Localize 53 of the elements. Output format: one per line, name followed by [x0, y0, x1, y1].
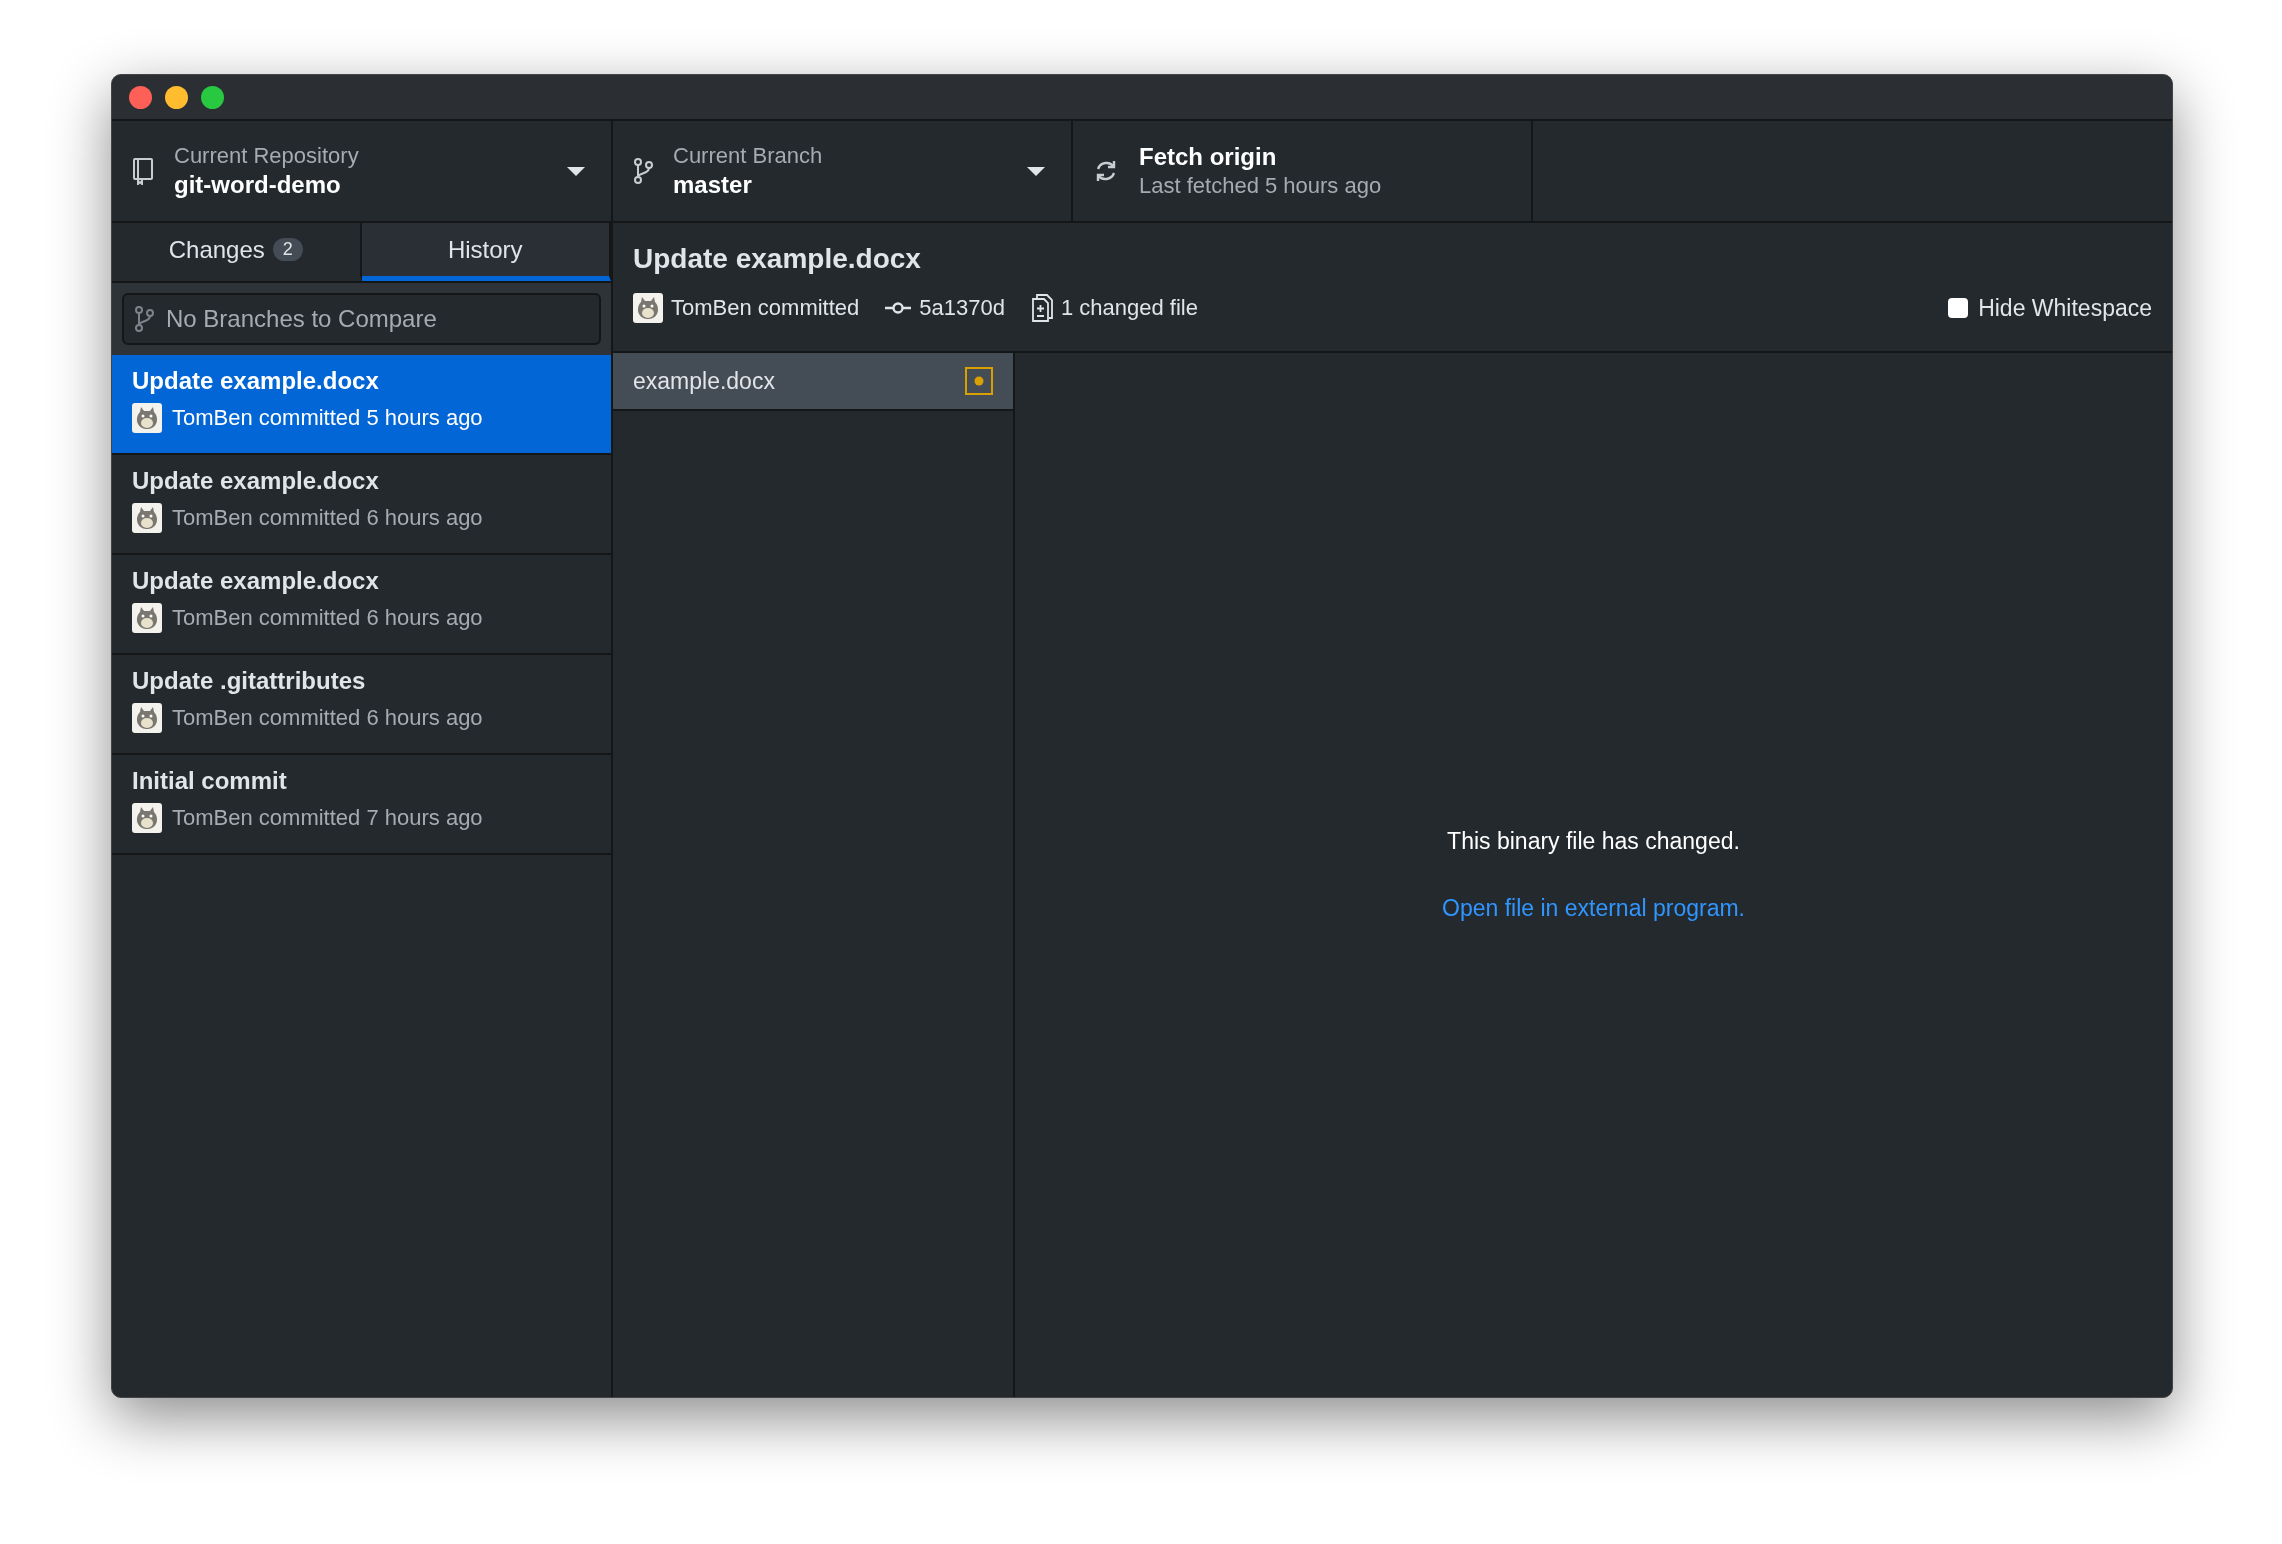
last-fetched-text: Last fetched 5 hours ago: [1139, 173, 1383, 199]
commit-title: Update example.docx: [132, 467, 380, 495]
commit-list-item[interactable]: Update example.docx TomBen committed 6 hours ago: [112, 555, 611, 655]
caret-icon: [1027, 166, 1045, 176]
commit-list-item[interactable]: Update .gitattributes TomBen committed 6 hours ago: [112, 655, 611, 755]
commit-title: Initial commit: [132, 767, 288, 795]
commit-author-time: TomBen committed 6 hours ago: [172, 505, 483, 531]
commit-list-item[interactable]: Update example.docx TomBen committed 5 hours ago: [112, 355, 611, 455]
file-diff-icon: [1030, 293, 1053, 323]
commit-title: Update example.docx: [633, 243, 922, 275]
fetch-button[interactable]: Fetch origin Last fetched 5 hours ago: [1073, 121, 1533, 221]
repository-icon: [132, 157, 154, 185]
avatar-icon: [132, 503, 162, 533]
branch-icon: [633, 157, 653, 185]
repository-dropdown-value: git-word-demo: [174, 171, 342, 199]
branch-dropdown-value: master: [673, 171, 753, 199]
fetch-title: Fetch origin: [1139, 143, 1278, 171]
commit-author-time: TomBen committed 6 hours ago: [172, 605, 483, 631]
close-button[interactable]: [129, 85, 152, 109]
branch-dropdown[interactable]: Current Branch master: [613, 121, 1073, 221]
zoom-button[interactable]: [201, 85, 224, 109]
file-name: example.docx: [633, 367, 775, 395]
modified-status-icon: [965, 367, 993, 395]
repository-dropdown-label: Current Repository: [174, 143, 360, 169]
avatar-icon: [132, 703, 162, 733]
avatar-icon: [132, 403, 162, 433]
commit-list-item[interactable]: Update example.docx TomBen committed 6 hours ago: [112, 455, 611, 555]
commit-title: Update example.docx: [132, 367, 380, 395]
avatar-icon: [132, 803, 162, 833]
branch-dropdown-label: Current Branch: [673, 143, 824, 169]
compare-branch-field[interactable]: No Branches to Compare: [122, 293, 601, 345]
commit-title: Update example.docx: [132, 567, 380, 595]
commit-author-time: TomBen committed 6 hours ago: [172, 705, 483, 731]
changed-files-count: 1 changed file: [1060, 295, 1198, 321]
commit-list-item[interactable]: Initial commit TomBen committed 7 hours ago: [112, 755, 611, 855]
commit-author-time: TomBen committed 5 hours ago: [172, 405, 483, 431]
file-list-item[interactable]: example.docx: [613, 353, 1013, 411]
repository-dropdown[interactable]: Current Repository git-word-demo: [112, 121, 613, 221]
count-badge: 2: [272, 238, 303, 261]
commit-title: Update .gitattributes: [132, 667, 367, 695]
caret-icon: [567, 166, 585, 176]
hide-whitespace-checkbox[interactable]: Hide Whitespace: [1948, 294, 2152, 322]
sidebar-tab[interactable]: Changes 2: [112, 223, 362, 281]
commit-author-time: TomBen committed 7 hours ago: [172, 805, 483, 831]
avatar-icon: [633, 293, 663, 323]
minimize-button[interactable]: [165, 85, 188, 109]
commit-author: TomBen committed: [671, 295, 860, 321]
commit-sha: 5a1370d: [919, 295, 1005, 321]
avatar-icon: [132, 603, 162, 633]
commit-icon: [885, 301, 912, 315]
open-external-link[interactable]: Open file in external program.: [1442, 895, 1745, 922]
binary-file-message: This binary file has changed.: [1447, 828, 1740, 855]
sidebar-tab[interactable]: History: [361, 223, 611, 281]
